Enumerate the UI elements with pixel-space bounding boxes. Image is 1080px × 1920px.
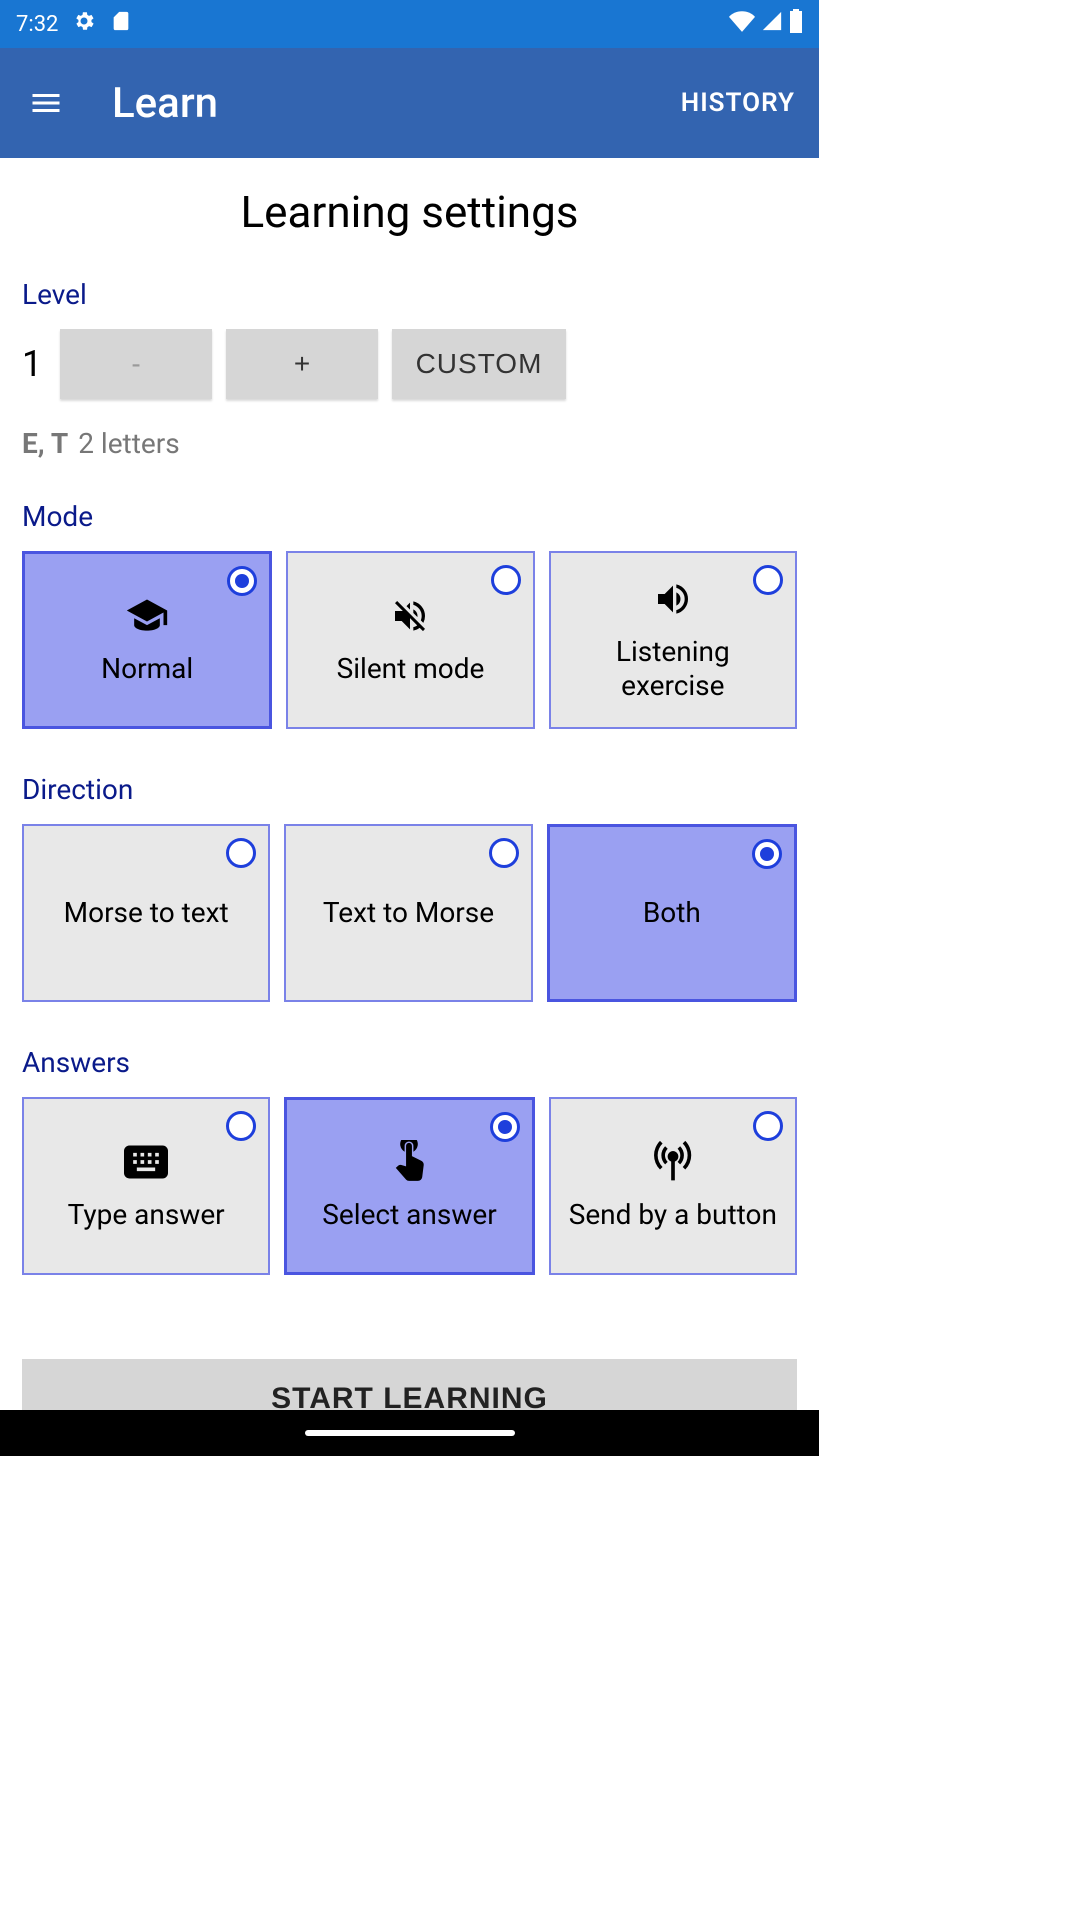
answers-row: Type answer Select answer Send by a butt… — [22, 1097, 797, 1275]
answers-label: Type answer — [68, 1198, 225, 1232]
mode-option-normal[interactable]: Normal — [22, 551, 272, 729]
radio-icon — [489, 838, 519, 868]
radio-icon — [753, 565, 783, 595]
volume-up-icon — [653, 577, 693, 621]
mode-label: Normal — [101, 652, 193, 686]
radio-icon — [490, 1112, 520, 1142]
mode-option-silent[interactable]: Silent mode — [286, 551, 534, 729]
level-plus-button[interactable]: + — [226, 329, 378, 399]
answers-label: Send by a button — [569, 1198, 777, 1232]
mode-label: Listening exercise — [563, 635, 783, 702]
status-time: 7:32 — [16, 12, 58, 37]
app-bar: Learn HISTORY — [0, 48, 819, 158]
antenna-icon — [651, 1140, 695, 1184]
direction-option-both[interactable]: Both — [547, 824, 797, 1002]
section-label-direction: Direction — [22, 773, 797, 806]
content: Learning settings Level 1 - + CUSTOM E, … — [0, 158, 819, 1410]
battery-icon — [789, 9, 803, 39]
answers-label: Select answer — [322, 1198, 496, 1232]
radio-icon — [491, 565, 521, 595]
history-button[interactable]: HISTORY — [681, 88, 795, 118]
section-label-answers: Answers — [22, 1046, 797, 1079]
volume-off-icon — [390, 594, 430, 638]
page-title: Learning settings — [22, 186, 797, 238]
nav-handle[interactable] — [305, 1430, 515, 1436]
level-hint: E, T 2 letters — [22, 427, 797, 460]
touch-icon — [391, 1140, 427, 1184]
mode-label: Silent mode — [337, 652, 485, 686]
level-hint-chars: E, T — [22, 427, 68, 460]
answers-option-send[interactable]: Send by a button — [549, 1097, 797, 1275]
answers-option-select[interactable]: Select answer — [284, 1097, 534, 1275]
start-learning-button[interactable]: START LEARNING — [22, 1359, 797, 1410]
section-label-level: Level — [22, 278, 797, 311]
direction-label: Morse to text — [64, 896, 229, 930]
section-label-mode: Mode — [22, 500, 797, 533]
wifi-icon — [729, 8, 755, 40]
answers-option-type[interactable]: Type answer — [22, 1097, 270, 1275]
level-minus-button[interactable]: - — [60, 329, 212, 399]
mode-row: Normal Silent mode Listening exercise — [22, 551, 797, 729]
keyboard-icon — [124, 1140, 168, 1184]
sd-card-icon — [110, 10, 132, 38]
radio-icon — [753, 1111, 783, 1141]
radio-icon — [226, 1111, 256, 1141]
cell-signal-icon — [761, 10, 783, 38]
direction-label: Both — [643, 896, 701, 930]
radio-icon — [227, 566, 257, 596]
graduation-icon — [125, 594, 169, 638]
settings-status-icon — [72, 9, 96, 39]
direction-option-text-to-morse[interactable]: Text to Morse — [284, 824, 532, 1002]
level-value: 1 — [22, 343, 46, 385]
app-title: Learn — [112, 79, 218, 128]
radio-icon — [752, 839, 782, 869]
level-hint-count: 2 letters — [78, 427, 179, 460]
status-bar: 7:32 — [0, 0, 819, 48]
level-custom-button[interactable]: CUSTOM — [392, 329, 566, 399]
direction-row: Morse to text Text to Morse Both — [22, 824, 797, 1002]
radio-icon — [226, 838, 256, 868]
menu-icon[interactable] — [24, 81, 68, 125]
mode-option-listening[interactable]: Listening exercise — [549, 551, 797, 729]
system-nav-bar — [0, 1410, 819, 1456]
direction-label: Text to Morse — [323, 896, 494, 930]
direction-option-morse-to-text[interactable]: Morse to text — [22, 824, 270, 1002]
